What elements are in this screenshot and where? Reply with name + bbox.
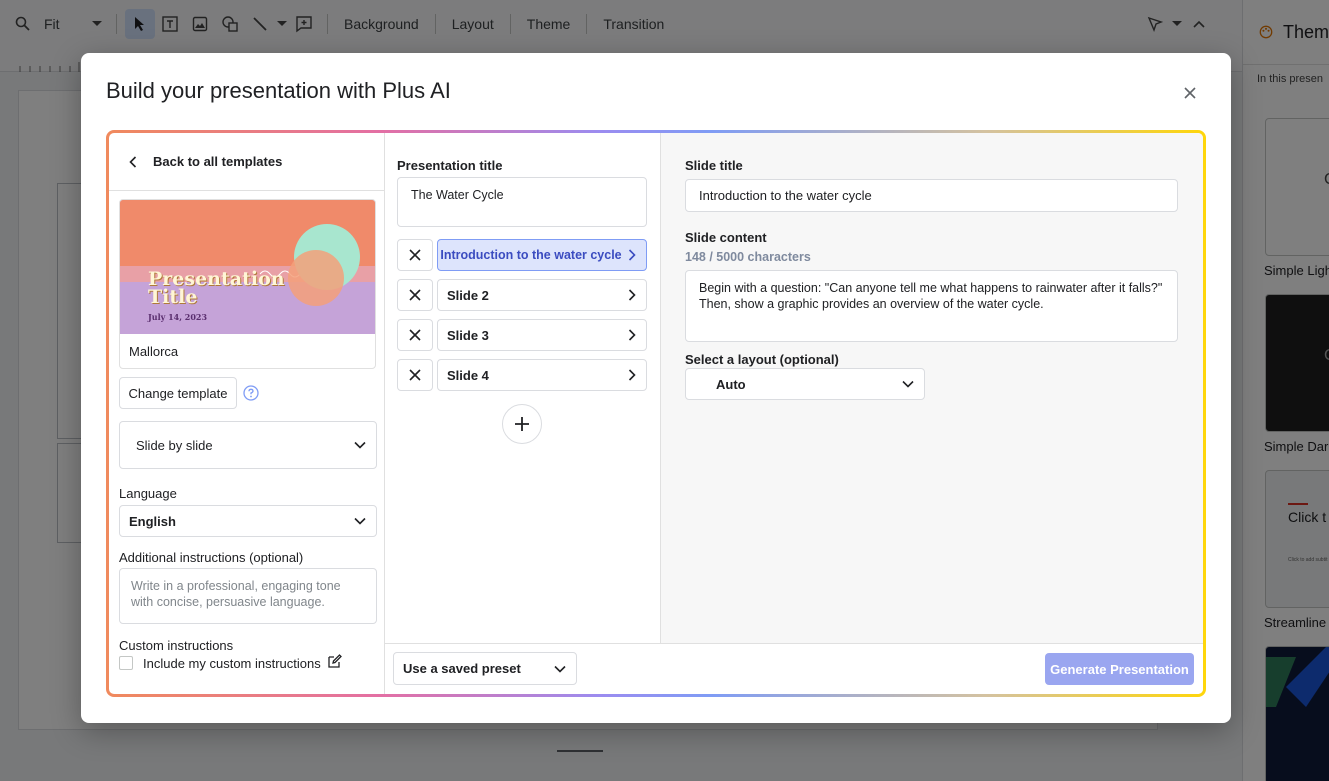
close-icon xyxy=(409,369,421,381)
back-to-templates-button[interactable]: Back to all templates xyxy=(109,133,385,191)
add-slide-button[interactable] xyxy=(502,404,542,444)
generate-presentation-button[interactable]: Generate Presentation xyxy=(1045,653,1194,685)
slide-item-3[interactable]: Slide 3 xyxy=(437,319,647,351)
plus-icon xyxy=(515,417,529,431)
language-value: English xyxy=(129,513,176,529)
custom-instructions-checkbox-label: Include my custom instructions xyxy=(143,656,321,671)
slide-item-1[interactable]: Introduction to the water cycle xyxy=(437,239,647,271)
slides-column: Presentation title The Water Cycle Intro… xyxy=(385,133,661,643)
slide-row: Slide 3 xyxy=(397,319,647,351)
slide-item-label: Slide 3 xyxy=(447,327,489,343)
edit-icon[interactable] xyxy=(327,654,342,669)
template-preview: Presentation Title July 14, 2023 xyxy=(120,200,375,334)
saved-preset-select[interactable]: Use a saved preset xyxy=(393,652,577,685)
template-preview-title: Presentation Title xyxy=(148,268,285,308)
delete-slide-button[interactable] xyxy=(397,319,433,351)
builder-footer: Use a saved preset Generate Presentation xyxy=(385,643,1203,694)
layout-value: Auto xyxy=(716,376,746,392)
slide-row: Slide 2 xyxy=(397,279,647,311)
custom-instructions-label: Custom instructions xyxy=(119,638,234,653)
builder-panel: Back to all templates Presentation Title… xyxy=(109,133,1203,694)
slide-item-2[interactable]: Slide 2 xyxy=(437,279,647,311)
slide-content-input[interactable]: Begin with a question: "Can anyone tell … xyxy=(685,270,1178,342)
close-icon xyxy=(1184,87,1196,99)
chevron-right-icon xyxy=(628,369,636,381)
generate-presentation-label: Generate Presentation xyxy=(1050,661,1189,677)
additional-instructions-placeholder: Write in a professional, engaging tone w… xyxy=(131,579,341,609)
back-label: Back to all templates xyxy=(153,154,283,169)
additional-instructions-input[interactable]: Write in a professional, engaging tone w… xyxy=(119,568,377,624)
close-icon xyxy=(409,249,421,261)
slide-title-label: Slide title xyxy=(685,158,743,173)
saved-preset-label: Use a saved preset xyxy=(403,661,521,676)
chevron-right-icon xyxy=(628,329,636,341)
delete-slide-button[interactable] xyxy=(397,359,433,391)
slide-item-4[interactable]: Slide 4 xyxy=(437,359,647,391)
gradient-frame: Back to all templates Presentation Title… xyxy=(106,130,1206,697)
change-template-button[interactable]: Change template xyxy=(119,377,237,409)
generation-mode-value: Slide by slide xyxy=(136,437,213,453)
change-template-label: Change template xyxy=(128,385,228,401)
slide-item-label: Slide 4 xyxy=(447,367,489,383)
presentation-title-value: The Water Cycle xyxy=(411,188,504,202)
slide-content-value: Begin with a question: "Can anyone tell … xyxy=(699,281,1163,311)
template-column: Back to all templates Presentation Title… xyxy=(109,133,385,694)
plus-ai-modal: Build your presentation with Plus AI Bac… xyxy=(81,53,1231,723)
slide-title-input[interactable]: Introduction to the water cycle xyxy=(685,179,1178,212)
close-icon xyxy=(409,329,421,341)
delete-slide-button[interactable] xyxy=(397,239,433,271)
chevron-left-icon xyxy=(129,155,137,168)
slide-content-char-count: 148 / 5000 characters xyxy=(685,250,811,264)
chevron-down-icon xyxy=(554,665,566,673)
slide-editor-column: Slide title Introduction to the water cy… xyxy=(661,133,1203,643)
language-select[interactable]: English xyxy=(119,505,377,537)
slide-row: Introduction to the water cycle xyxy=(397,239,647,271)
slide-item-label: Slide 2 xyxy=(447,287,489,303)
slide-title-value: Introduction to the water cycle xyxy=(699,188,872,203)
slide-content-label: Slide content xyxy=(685,230,767,245)
additional-instructions-label: Additional instructions (optional) xyxy=(119,550,304,565)
language-label: Language xyxy=(119,486,177,501)
layout-label: Select a layout (optional) xyxy=(685,352,839,367)
template-name: Mallorca xyxy=(129,343,179,359)
chevron-down-icon xyxy=(354,517,366,525)
delete-slide-button[interactable] xyxy=(397,279,433,311)
layout-select[interactable]: Auto xyxy=(685,368,925,400)
close-icon xyxy=(409,289,421,301)
chevron-right-icon xyxy=(628,249,636,261)
chevron-right-icon xyxy=(628,289,636,301)
slide-row: Slide 4 xyxy=(397,359,647,391)
template-preview-date: July 14, 2023 xyxy=(148,312,208,322)
chevron-down-icon xyxy=(902,380,914,388)
custom-instructions-checkbox[interactable] xyxy=(119,656,133,670)
slide-item-label: Introduction to the water cycle xyxy=(440,248,622,262)
modal-title: Build your presentation with Plus AI xyxy=(106,78,451,103)
generation-mode-select[interactable]: Slide by slide xyxy=(119,421,377,469)
close-button[interactable] xyxy=(1178,81,1202,105)
chevron-down-icon xyxy=(354,441,366,449)
template-card[interactable]: Presentation Title July 14, 2023 Mallorc… xyxy=(119,199,376,369)
help-icon[interactable] xyxy=(243,385,259,401)
presentation-title-label: Presentation title xyxy=(397,158,503,173)
presentation-title-input[interactable]: The Water Cycle xyxy=(397,177,647,227)
